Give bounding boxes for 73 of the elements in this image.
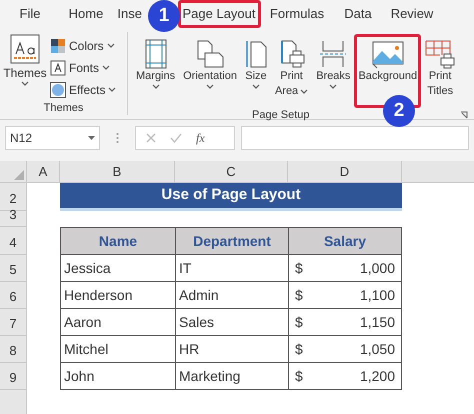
ribbon-tab[interactable]: Inse (113, 0, 146, 28)
cancel-icon[interactable] (146, 133, 156, 143)
dialog-launcher-icon[interactable] (460, 111, 468, 119)
column-header[interactable]: A (27, 161, 60, 182)
theme-option-button[interactable]: Fonts (50, 58, 116, 77)
salary-value: 1,150 (360, 312, 395, 332)
row-header[interactable]: 7 (0, 309, 27, 336)
page-setup-button[interactable]: Breaks (312, 34, 354, 108)
column-header[interactable]: B (60, 161, 175, 182)
dropdown-arrow-icon (88, 136, 95, 140)
table-header-cell: Department (175, 227, 288, 255)
row-header[interactable]: 4 (0, 227, 27, 255)
group-label: Page Setup (252, 108, 310, 122)
color-palette-icon (50, 38, 66, 54)
grid-printer-icon (425, 39, 456, 69)
table-cell: Henderson (60, 282, 175, 309)
table-cell: Sales (175, 309, 288, 336)
margins-icon (144, 39, 167, 69)
image-icon (370, 39, 405, 69)
row-header[interactable]: 2 (0, 183, 27, 211)
page-break-icon (319, 39, 348, 69)
row-header[interactable]: 3 (0, 211, 27, 227)
themes-button[interactable]: Themes (0, 34, 50, 101)
insert-function-button[interactable]: fx (196, 129, 205, 147)
page-setup-button[interactable]: Print Area (270, 34, 312, 108)
pages-icon (195, 39, 226, 69)
page-setup-button[interactable]: Size (240, 34, 271, 108)
group-label: Themes (44, 101, 84, 115)
currency-symbol: $ (295, 340, 303, 358)
themes-icon (10, 34, 40, 64)
page-icon (244, 39, 267, 69)
salary-value: 1,050 (360, 340, 395, 358)
table-cell: Mitchel (60, 336, 175, 363)
table-header-cell: Salary (288, 227, 402, 255)
page-setup-button[interactable]: Margins (132, 34, 180, 108)
title-banner: Use of Page Layout (60, 183, 402, 211)
page-setup-button[interactable]: Orientation (179, 34, 241, 108)
salary-value: 1,000 (360, 258, 395, 278)
salary-value: 1,200 (360, 366, 395, 386)
formula-input-field[interactable] (241, 126, 469, 150)
column-header[interactable]: D (288, 161, 402, 182)
currency-symbol: $ (295, 258, 303, 278)
currency-symbol: $ (295, 286, 303, 304)
row-header[interactable]: 6 (0, 282, 27, 309)
table-header-cell: Name (60, 227, 175, 255)
row-header[interactable]: 8 (0, 336, 27, 363)
table-cell: John (60, 363, 175, 390)
salary-value: 1,100 (360, 286, 395, 304)
name-box[interactable]: N12 (5, 126, 100, 150)
ribbon-tab[interactable]: Data (340, 0, 376, 28)
table-cell: Aaron (60, 309, 175, 336)
table-cell: Jessica (60, 255, 175, 282)
circle-effect-icon (50, 82, 66, 98)
ribbon-tab[interactable]: Home (64, 0, 108, 28)
column-header[interactable]: C (175, 161, 288, 182)
triangle-icon (14, 170, 24, 180)
drag-handle-icon (116, 132, 119, 144)
theme-option-button[interactable]: Effects (50, 80, 116, 99)
theme-option-button[interactable]: Colors (50, 36, 116, 55)
table-cell: HR (175, 336, 288, 363)
font-letter-icon (50, 60, 66, 76)
table-cell: Marketing (175, 363, 288, 390)
row-header[interactable]: 5 (0, 255, 27, 282)
ribbon-tab[interactable]: Review (386, 0, 438, 28)
table-cell: IT (175, 255, 288, 282)
table-cell: Admin (175, 282, 288, 309)
check-icon[interactable] (170, 133, 182, 143)
currency-symbol: $ (295, 312, 303, 332)
page-setup-button[interactable]: Print Titles (421, 34, 460, 108)
row-header[interactable]: 9 (0, 363, 27, 390)
ribbon-tab[interactable]: Formulas (266, 0, 328, 28)
ribbon-tab[interactable]: File (16, 0, 44, 28)
currency-symbol: $ (295, 366, 303, 386)
